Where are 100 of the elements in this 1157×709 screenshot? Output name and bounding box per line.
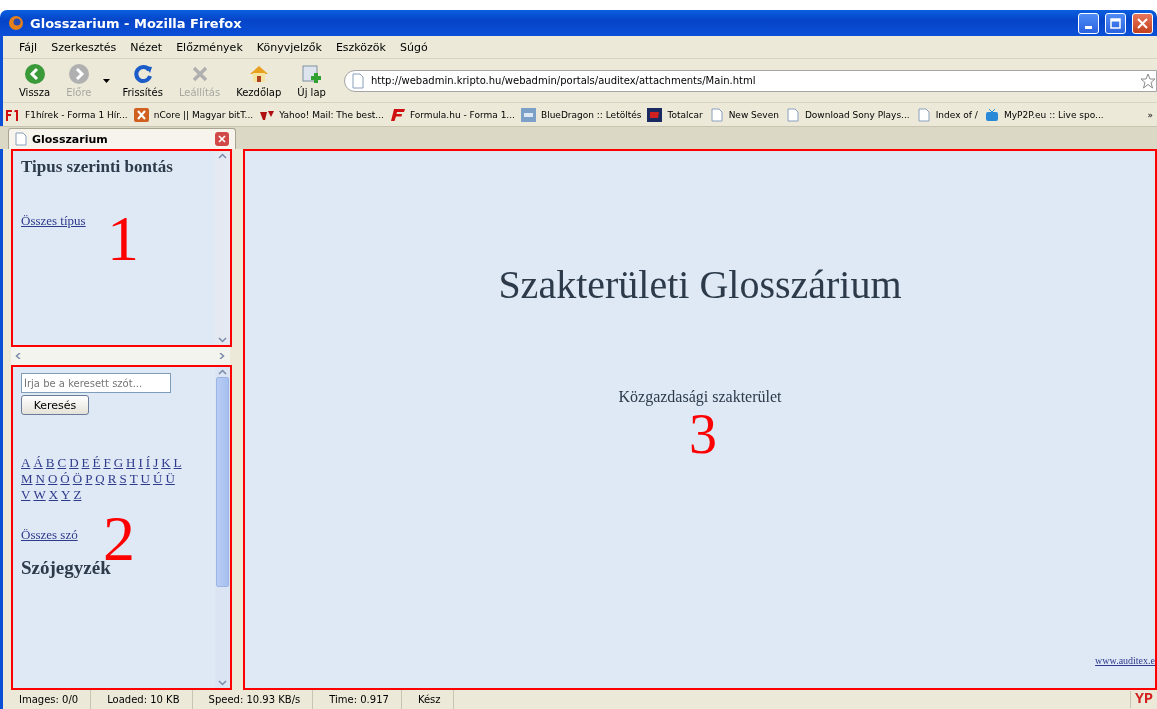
browser-tab[interactable]: Glosszarium xyxy=(8,128,236,149)
bookmark-link[interactable]: MyP2P.eu :: Live spo... xyxy=(983,107,1104,122)
letter-link[interactable]: W xyxy=(33,487,46,503)
search-field[interactable]: Írja be a keresett szót... xyxy=(21,373,171,393)
letter-link[interactable]: Y xyxy=(61,487,71,503)
status-text: Kész xyxy=(401,690,454,709)
letter-link[interactable]: T xyxy=(129,471,138,487)
scroll-right-icon[interactable] xyxy=(217,353,226,359)
letter-link[interactable]: Á xyxy=(33,455,43,471)
annotation-number: 1 xyxy=(107,207,139,271)
toolbar-button[interactable]: Kezdőlap xyxy=(228,63,290,98)
status-text: Time: 0.917 xyxy=(313,690,402,709)
f1-logo-icon xyxy=(5,107,21,122)
letter-link[interactable]: Q xyxy=(95,471,105,487)
close-icon[interactable] xyxy=(215,132,229,146)
page-subtitle: Közgazdasági szakterület xyxy=(618,388,782,406)
footer-link[interactable]: www.auditex.e xyxy=(1095,655,1155,666)
search-button[interactable]: Keresés xyxy=(21,395,89,415)
dropdown-icon[interactable] xyxy=(103,78,111,83)
bookmark-link[interactable]: Formula.hu - Forma 1... xyxy=(389,107,515,122)
star-icon[interactable] xyxy=(1140,72,1156,89)
letter-link[interactable]: S xyxy=(119,471,127,487)
letter-link[interactable]: E xyxy=(81,455,90,471)
f-logo-icon xyxy=(389,107,406,122)
status-text: Loaded: 10 KB xyxy=(91,690,193,709)
letter-link[interactable]: L xyxy=(173,455,182,471)
bookmark-icon xyxy=(520,107,537,122)
letter-link[interactable]: C xyxy=(57,455,67,471)
horizontal-scrollbar[interactable] xyxy=(11,347,230,365)
letter-link[interactable]: O xyxy=(47,471,58,487)
page-icon xyxy=(15,132,27,146)
back-icon xyxy=(23,63,46,85)
toolbar-button[interactable]: Vissza xyxy=(11,63,59,98)
letter-link[interactable]: G xyxy=(113,455,124,471)
menu-item[interactable]: Fájl xyxy=(19,40,38,54)
letter-link[interactable]: J xyxy=(153,455,159,471)
menu-item[interactable]: Szerkesztés xyxy=(51,40,117,54)
letter-link[interactable]: Ü xyxy=(165,471,175,487)
letter-link[interactable]: É xyxy=(92,455,101,471)
letter-link[interactable]: U xyxy=(140,471,150,487)
maximize-button[interactable] xyxy=(1105,12,1126,34)
scroll-down-icon[interactable] xyxy=(218,680,227,686)
letter-link[interactable]: F xyxy=(103,455,111,471)
toolbar-button[interactable]: Új lap xyxy=(289,63,334,98)
close-button[interactable] xyxy=(1132,12,1153,34)
bookmark-link[interactable]: nCore || Magyar bitT... xyxy=(133,107,254,122)
scroll-up-icon[interactable] xyxy=(218,153,227,159)
letter-link[interactable]: Ó xyxy=(60,471,70,487)
letter-link[interactable]: D xyxy=(69,455,79,471)
letter-link[interactable]: H xyxy=(126,455,136,471)
letter-link[interactable]: Í xyxy=(145,455,151,471)
toolbar-button[interactable]: Frissítés xyxy=(114,63,171,98)
menu-item[interactable]: Előzmények xyxy=(176,40,243,54)
bookmark-link[interactable]: Download Sony Plays... xyxy=(784,107,910,122)
bookmark-link[interactable]: New Seven xyxy=(708,107,779,122)
window-title: Glosszarium - Mozilla Firefox xyxy=(30,15,243,31)
forward-icon xyxy=(67,63,90,85)
letter-link[interactable]: N xyxy=(35,471,45,487)
address-field[interactable]: http://webadmin.kripto.hu/webadmin/portals/auditex/attachments/Main.html xyxy=(343,69,1157,92)
page-icon xyxy=(915,107,932,122)
minimize-button[interactable] xyxy=(1078,12,1099,34)
bookmark-link[interactable]: Totalcar xyxy=(647,107,703,122)
page-icon xyxy=(350,72,365,89)
bookmark-link[interactable]: F1hírek - Forma 1 Hír... xyxy=(5,107,128,122)
menu-item[interactable]: Súgó xyxy=(399,40,428,54)
scrollbar[interactable] xyxy=(215,367,230,688)
letter-link[interactable]: K xyxy=(161,455,171,471)
letter-link[interactable]: I xyxy=(138,455,143,471)
menu-item[interactable]: Nézet xyxy=(130,40,163,54)
page-icon xyxy=(708,107,725,122)
letter-link[interactable]: P xyxy=(85,471,93,487)
all-words-link[interactable]: Összes szó xyxy=(21,527,78,543)
letter-link[interactable]: B xyxy=(45,455,55,471)
annotation-number: 3 xyxy=(689,406,717,462)
menu-item[interactable]: Könyvjelzők xyxy=(256,40,322,54)
bookmark-link[interactable]: BlueDragon :: Letöltés xyxy=(520,107,642,122)
minimize-icon xyxy=(1085,25,1092,29)
scrollbar[interactable] xyxy=(215,151,230,345)
letter-link[interactable]: Ö xyxy=(72,471,83,487)
maximize-icon xyxy=(1110,17,1121,29)
letter-link[interactable]: V xyxy=(21,487,31,503)
letter-link[interactable]: Ú xyxy=(153,471,163,487)
status-text: Images: 0/0 xyxy=(3,690,92,709)
page-title: Szakterületi Glosszárium xyxy=(498,261,902,308)
reload-icon xyxy=(131,63,154,85)
letter-link[interactable]: A xyxy=(21,455,31,471)
scroll-up-icon[interactable] xyxy=(218,369,227,375)
letter-link[interactable]: R xyxy=(107,471,117,487)
letter-link[interactable]: M xyxy=(21,471,33,487)
letter-link[interactable]: Z xyxy=(73,487,82,503)
scroll-down-icon[interactable] xyxy=(218,337,227,343)
bookmarks-overflow[interactable]: » xyxy=(1147,109,1153,120)
page-icon xyxy=(784,107,801,122)
x-logo-icon xyxy=(133,107,150,122)
new-tab-icon xyxy=(300,63,323,85)
menu-item[interactable]: Eszközök xyxy=(335,40,386,54)
bookmark-link[interactable]: Yahoo! Mail: The best... xyxy=(259,107,384,122)
bookmark-link[interactable]: Index of / xyxy=(915,107,978,122)
letter-link[interactable]: X xyxy=(48,487,59,503)
car-logo-icon xyxy=(647,107,664,122)
